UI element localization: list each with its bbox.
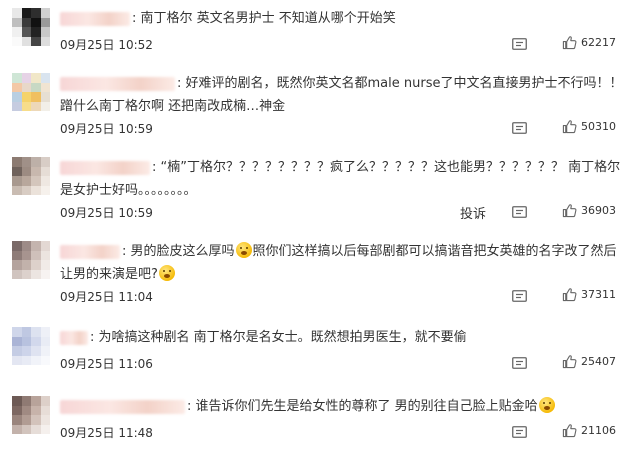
comment-colon: : — [187, 399, 196, 414]
thumbs-up-icon — [562, 204, 577, 218]
comment-text: : 南丁格尔 英文名男护士 不知道从哪个开始笑 — [60, 7, 625, 30]
comment-text: : 谁告诉你们先生是给女性的尊称了 男的别往自己脸上贴金哈 — [60, 395, 625, 418]
like-count: 36903 — [581, 204, 616, 217]
comment-icon[interactable] — [512, 290, 527, 302]
comment-timestamp: 09月25日 11:48 — [60, 426, 153, 440]
like-count: 50310 — [581, 120, 616, 133]
like-button[interactable]: 36903 — [562, 203, 616, 218]
comment-icon[interactable] — [512, 426, 527, 438]
comment-colon: : — [177, 76, 186, 91]
like-count: 62217 — [581, 36, 616, 49]
comment-colon: : — [122, 244, 131, 259]
avatar[interactable] — [12, 241, 50, 279]
like-button[interactable]: 62217 — [562, 35, 616, 50]
avatar[interactable] — [12, 157, 50, 195]
comment-body: 男的脸皮这么厚吗 — [130, 244, 235, 259]
avatar[interactable] — [12, 8, 50, 46]
thumbs-up-icon — [562, 288, 577, 302]
thumbs-up-icon — [562, 355, 577, 369]
comment-icon[interactable] — [512, 357, 527, 369]
comment-body: “楠”丁格尔？？？？？？？？疯了么？？？？？这也能男？？？？？？ 南丁格尔是女护… — [60, 160, 621, 198]
comment-body: 南丁格尔 英文名男护士 不知道从哪个开始笑 — [140, 11, 396, 26]
comment-timestamp: 09月25日 10:59 — [60, 206, 153, 220]
scared-face-emoji-icon — [158, 265, 175, 281]
comment-icon[interactable] — [512, 206, 527, 218]
comment-body: 谁告诉你们先生是给女性的尊称了 男的别往自己脸上贴金哈 — [195, 399, 538, 414]
comment-colon: : — [90, 330, 99, 345]
comment-text: : 男的脸皮这么厚吗 照你们这样搞以后每部剧都可以搞谐音把女英雄的名字改了然后让男… — [60, 240, 625, 286]
report-button[interactable]: 投诉 — [460, 203, 486, 222]
comment-body: 为啥搞这种剧名 南丁格尔是名女士。既然想拍男医生，就不要偷 — [98, 330, 467, 345]
comment-colon: : — [152, 160, 161, 175]
like-button[interactable]: 21106 — [562, 423, 616, 438]
avatar[interactable] — [12, 73, 50, 111]
avatar[interactable] — [12, 327, 50, 365]
thumbs-up-icon — [562, 424, 577, 438]
comment-icon[interactable] — [512, 38, 527, 50]
comment-icon[interactable] — [512, 122, 527, 134]
like-count: 25407 — [581, 355, 616, 368]
comment-timestamp: 09月25日 11:06 — [60, 357, 153, 371]
thumbs-up-icon — [562, 120, 577, 134]
like-count: 37311 — [581, 288, 616, 301]
comment-text: : “楠”丁格尔？？？？？？？？疯了么？？？？？这也能男？？？？？？ 南丁格尔是… — [60, 156, 625, 202]
thumbs-up-icon — [562, 36, 577, 50]
scared-face-emoji-icon — [235, 242, 252, 258]
comment-body: 好难评的剧名，既然你英文名都male nurse了中文名直接男护士不行吗！！蹭什… — [60, 76, 623, 114]
comment-timestamp: 09月25日 10:59 — [60, 122, 153, 136]
laughing-emoji-icon — [538, 397, 555, 413]
avatar[interactable] — [12, 396, 50, 434]
like-count: 21106 — [581, 424, 616, 437]
comment-text: : 为啥搞这种剧名 南丁格尔是名女士。既然想拍男医生，就不要偷 — [60, 326, 625, 349]
comment-timestamp: 09月25日 10:52 — [60, 38, 153, 52]
comment-text: : 好难评的剧名，既然你英文名都male nurse了中文名直接男护士不行吗！！… — [60, 72, 625, 118]
like-button[interactable]: 50310 — [562, 119, 616, 134]
like-button[interactable]: 37311 — [562, 287, 616, 302]
like-button[interactable]: 25407 — [562, 354, 616, 369]
comment-timestamp: 09月25日 11:04 — [60, 290, 153, 304]
comment-colon: : — [132, 11, 141, 26]
